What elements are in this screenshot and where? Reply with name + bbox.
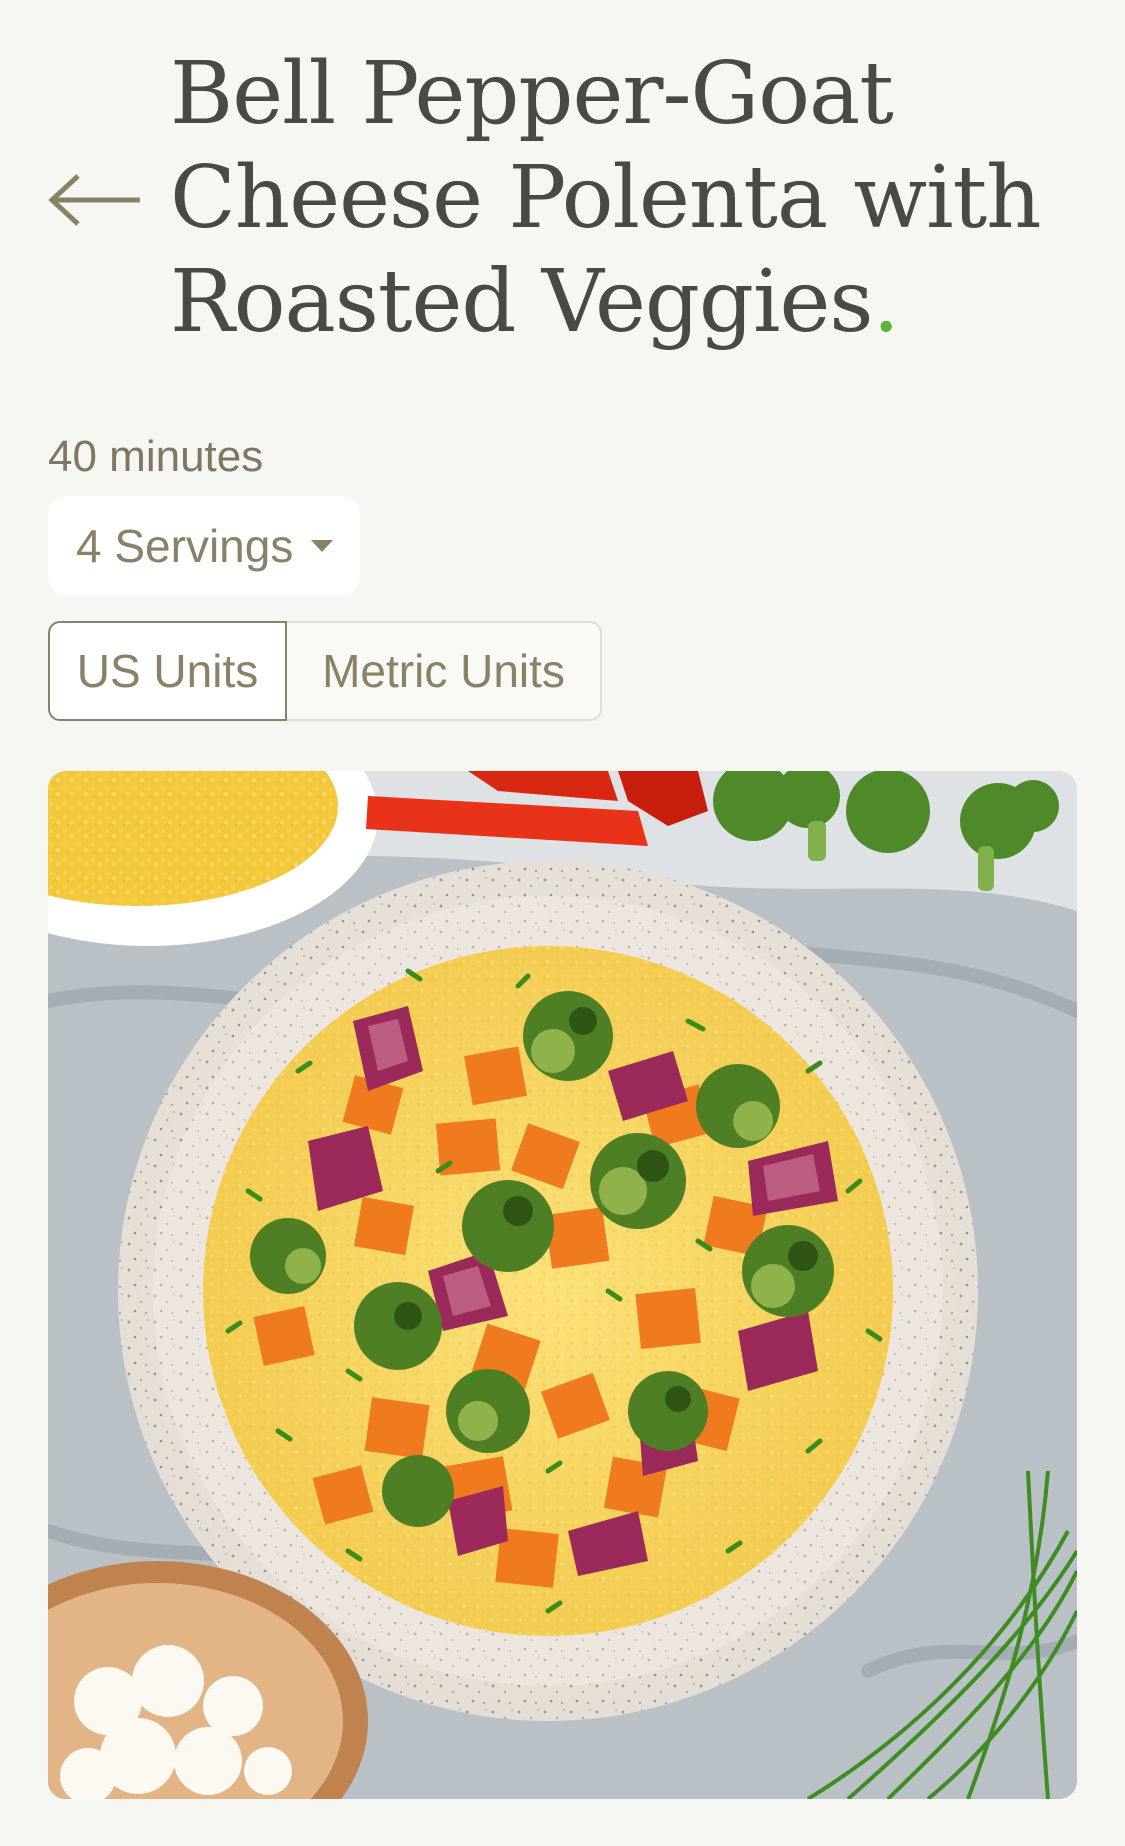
unit-toggle: US Units Metric Units [48, 621, 602, 721]
recipe-photo [48, 771, 1077, 1799]
back-button[interactable] [46, 166, 144, 234]
title-accent-dot: . [872, 252, 900, 352]
recipe-title-text: Bell Pepper-Goat Cheese Polenta with Roa… [170, 44, 1042, 352]
servings-dropdown[interactable]: 4 Servings [48, 496, 360, 596]
recipe-photo-illustration [48, 771, 1077, 1799]
metric-units-button[interactable]: Metric Units [287, 621, 602, 721]
us-units-button[interactable]: US Units [48, 621, 287, 721]
cook-time: 40 minutes [48, 432, 264, 481]
left-arrow-icon [48, 174, 140, 226]
servings-value: 4 Servings [76, 520, 294, 572]
caret-down-icon [311, 540, 334, 552]
recipe-title: Bell Pepper-Goat Cheese Polenta with Roa… [170, 42, 1070, 354]
